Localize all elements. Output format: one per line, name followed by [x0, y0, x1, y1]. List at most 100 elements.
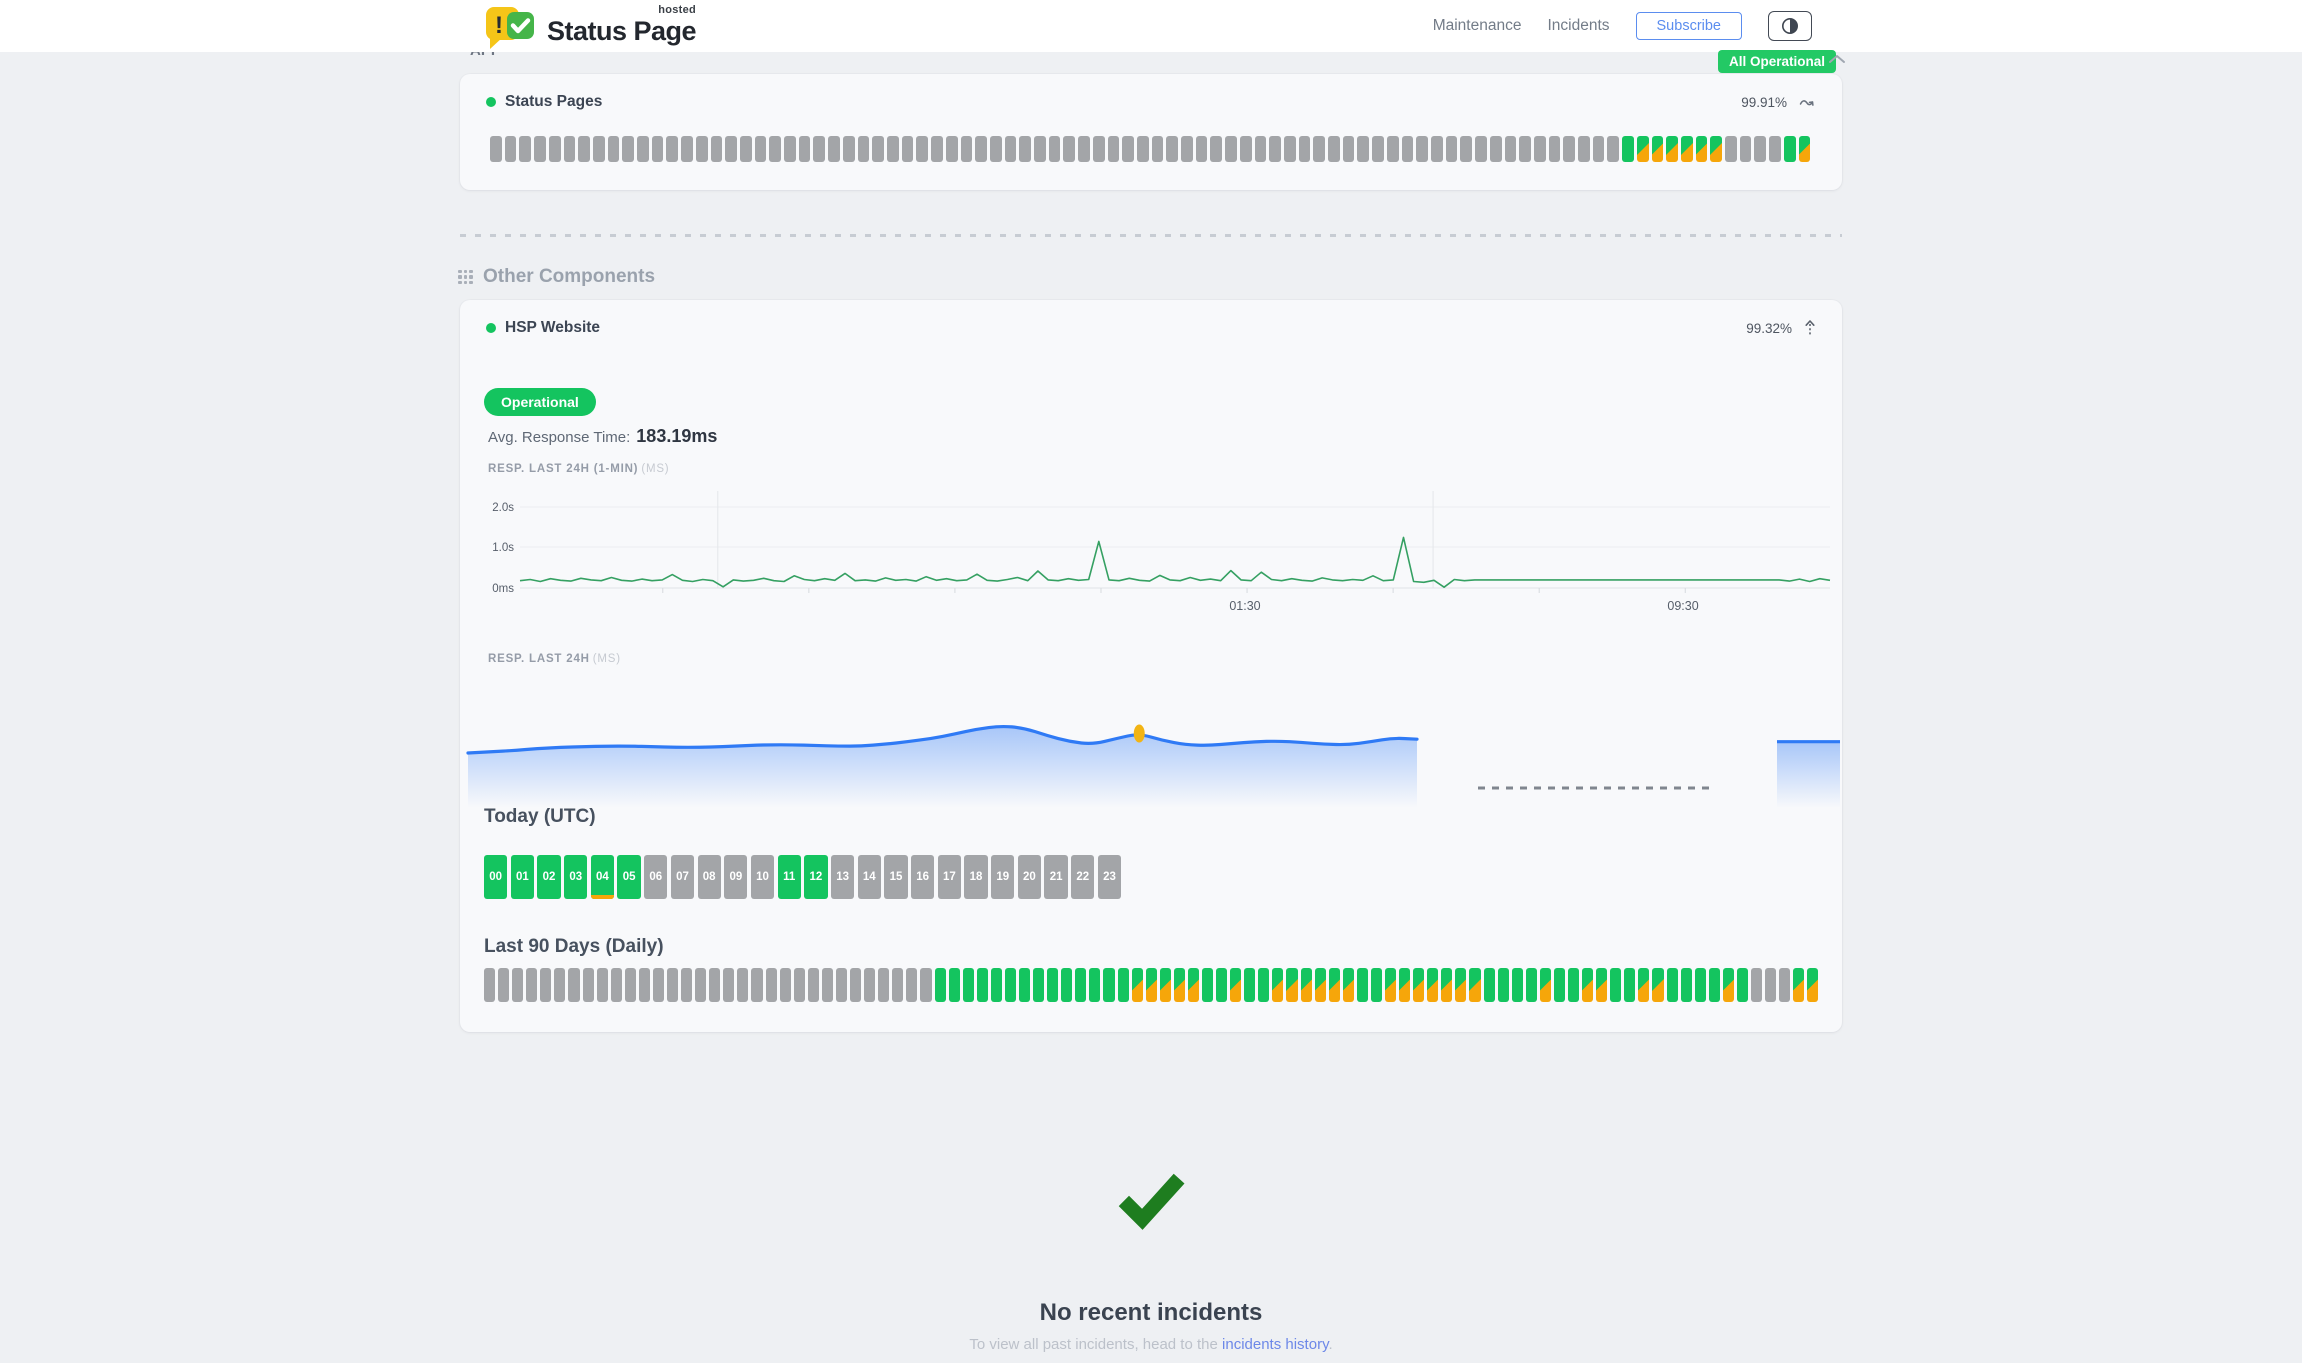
hour-box-19[interactable]: 19	[991, 855, 1014, 899]
uptime-bar-empty[interactable]	[766, 968, 777, 1002]
uptime-bar-degraded[interactable]	[1160, 968, 1171, 1002]
uptime-bar-up[interactable]	[949, 968, 960, 1002]
uptime-bar-up[interactable]	[1216, 968, 1227, 1002]
uptime-bar-degraded[interactable]	[1427, 968, 1438, 1002]
uptime-bar-up[interactable]	[1103, 968, 1114, 1002]
uptime-bar-up[interactable]	[1075, 968, 1086, 1002]
uptime-bar-empty[interactable]	[608, 136, 620, 162]
uptime-bar-empty[interactable]	[990, 136, 1002, 162]
hour-box-14[interactable]: 14	[858, 855, 881, 899]
uptime-bar-degraded[interactable]	[1710, 136, 1722, 162]
uptime-bar-empty[interactable]	[794, 968, 805, 1002]
uptime-bar-up[interactable]	[1258, 968, 1269, 1002]
uptime-bar-empty[interactable]	[755, 136, 767, 162]
uptime-bar-empty[interactable]	[920, 968, 931, 1002]
uptime-bar-empty[interactable]	[1534, 136, 1546, 162]
uptime-bar-degraded[interactable]	[1413, 968, 1424, 1002]
subscribe-button[interactable]: Subscribe	[1636, 12, 1742, 40]
uptime-bar-empty[interactable]	[1284, 136, 1296, 162]
uptime-bar-up[interactable]	[1089, 968, 1100, 1002]
uptime-bar-empty[interactable]	[1328, 136, 1340, 162]
uptime-bar-empty[interactable]	[578, 136, 590, 162]
uptime-bar-up[interactable]	[1498, 968, 1509, 1002]
uptime-bar-up[interactable]	[1244, 968, 1255, 1002]
uptime-bar-empty[interactable]	[1019, 136, 1031, 162]
uptime-bar-empty[interactable]	[1343, 136, 1355, 162]
uptime-bar-empty[interactable]	[843, 136, 855, 162]
uptime-bar-degraded[interactable]	[1666, 136, 1678, 162]
hour-box-18[interactable]: 18	[964, 855, 987, 899]
uptime-bar-empty[interactable]	[1505, 136, 1517, 162]
uptime-bar-empty[interactable]	[878, 968, 889, 1002]
uptime-bar-empty[interactable]	[1049, 136, 1061, 162]
uptime-bar-up[interactable]	[1695, 968, 1706, 1002]
uptime-bar-empty[interactable]	[906, 968, 917, 1002]
uptime-bar-empty[interactable]	[813, 136, 825, 162]
hour-box-16[interactable]: 16	[911, 855, 934, 899]
trend-squiggle-arrow-icon[interactable]	[1799, 95, 1816, 109]
uptime-bar-up[interactable]	[1709, 968, 1720, 1002]
uptime-bar-up[interactable]	[991, 968, 1002, 1002]
uptime-bar-up[interactable]	[1357, 968, 1368, 1002]
component-row-status-pages[interactable]: Status Pages 99.91%	[486, 88, 1816, 116]
uptime-bar-empty[interactable]	[780, 968, 791, 1002]
uptime-bar-up[interactable]	[1005, 968, 1016, 1002]
uptime-bar-degraded[interactable]	[1315, 968, 1326, 1002]
uptime-bar-up[interactable]	[1784, 136, 1796, 162]
uptime-bar-empty[interactable]	[1005, 136, 1017, 162]
uptime-bar-empty[interactable]	[549, 136, 561, 162]
uptime-bar-empty[interactable]	[1034, 136, 1046, 162]
uptime-bar-up[interactable]	[963, 968, 974, 1002]
uptime-bar-empty[interactable]	[681, 968, 692, 1002]
uptime-bar-empty[interactable]	[858, 136, 870, 162]
uptime-bar-empty[interactable]	[1431, 136, 1443, 162]
uptime-bar-empty[interactable]	[709, 968, 720, 1002]
uptime-bar-empty[interactable]	[484, 968, 495, 1002]
uptime-bar-up[interactable]	[1681, 968, 1692, 1002]
uptime-bar-empty[interactable]	[652, 136, 664, 162]
uptime-bar-empty[interactable]	[836, 968, 847, 1002]
uptime-bar-empty[interactable]	[1563, 136, 1575, 162]
response-time-area-chart[interactable]	[460, 688, 1842, 815]
uptime-bar-degraded[interactable]	[1343, 968, 1354, 1002]
overall-status-badge[interactable]: All Operational	[1718, 50, 1836, 73]
uptime-bar-degraded[interactable]	[1188, 968, 1199, 1002]
uptime-bar-empty[interactable]	[799, 136, 811, 162]
hour-box-06[interactable]: 06	[644, 855, 667, 899]
uptime-bar-empty[interactable]	[1593, 136, 1605, 162]
uptime-bar-empty[interactable]	[1754, 136, 1766, 162]
uptime-bar-degraded[interactable]	[1329, 968, 1340, 1002]
uptime-bar-empty[interactable]	[916, 136, 928, 162]
uptime-bar-empty[interactable]	[711, 136, 723, 162]
uptime-bar-empty[interactable]	[740, 136, 752, 162]
uptime-bar-degraded[interactable]	[1638, 968, 1649, 1002]
uptime-bar-degraded[interactable]	[1582, 968, 1593, 1002]
hour-box-08[interactable]: 08	[698, 855, 721, 899]
uptime-bar-empty[interactable]	[498, 968, 509, 1002]
uptime-bar-empty[interactable]	[892, 968, 903, 1002]
uptime-bar-empty[interactable]	[737, 968, 748, 1002]
uptime-bar-up[interactable]	[1118, 968, 1129, 1002]
uptime-bar-empty[interactable]	[512, 968, 523, 1002]
uptime-bar-empty[interactable]	[1751, 968, 1762, 1002]
dashed-up-arrow-icon[interactable]	[1804, 319, 1816, 337]
uptime-bar-degraded[interactable]	[1681, 136, 1693, 162]
uptime-bar-empty[interactable]	[622, 136, 634, 162]
uptime-bar-degraded[interactable]	[1793, 968, 1804, 1002]
uptime-bar-empty[interactable]	[1765, 968, 1776, 1002]
uptime-bar-degraded[interactable]	[1230, 968, 1241, 1002]
uptime-bar-degraded[interactable]	[1637, 136, 1649, 162]
uptime-bar-empty[interactable]	[975, 136, 987, 162]
hour-box-12[interactable]: 12	[804, 855, 827, 899]
uptime-bar-empty[interactable]	[946, 136, 958, 162]
uptime-bar-degraded[interactable]	[1469, 968, 1480, 1002]
uptime-bar-up[interactable]	[1033, 968, 1044, 1002]
nav-maintenance[interactable]: Maintenance	[1433, 17, 1522, 35]
uptime-bar-empty[interactable]	[961, 136, 973, 162]
hour-box-01[interactable]: 01	[511, 855, 534, 899]
uptime-bar-empty[interactable]	[1122, 136, 1134, 162]
uptime-bar-empty[interactable]	[639, 968, 650, 1002]
uptime-bar-up[interactable]	[1737, 968, 1748, 1002]
uptime-bar-empty[interactable]	[1078, 136, 1090, 162]
uptime-bar-degraded[interactable]	[1174, 968, 1185, 1002]
